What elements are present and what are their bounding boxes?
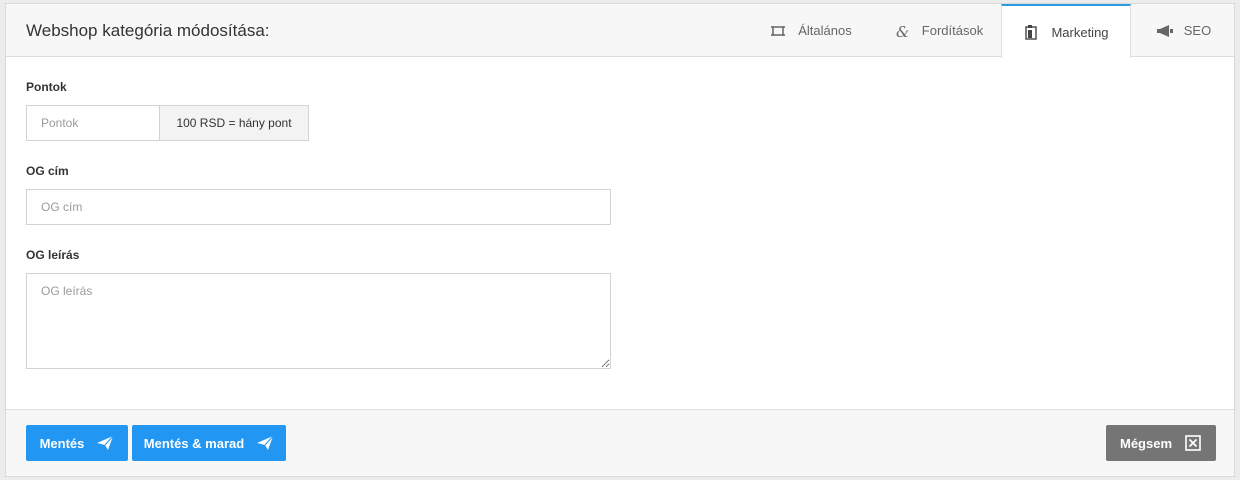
save-and-stay-button-label: Mentés & marad — [143, 435, 245, 451]
save-button[interactable]: Mentés — [26, 425, 128, 461]
og-title-input[interactable] — [26, 189, 611, 225]
edit-panel: Webshop kategória módosítása: Általános … — [5, 3, 1235, 477]
tab-general[interactable]: Általános — [751, 4, 871, 57]
paper-plane-icon — [96, 434, 114, 452]
close-box-icon — [1184, 434, 1202, 452]
og-description-label: OG leírás — [26, 248, 80, 262]
save-and-stay-button[interactable]: Mentés & marad — [132, 425, 286, 461]
page-title: Webshop kategória módosítása: — [26, 21, 270, 40]
save-button-label: Mentés — [39, 435, 85, 451]
tab-marketing-label: Marketing — [1051, 24, 1109, 40]
tab-seo[interactable]: SEO — [1136, 4, 1231, 57]
tab-seo-label: SEO — [1183, 23, 1212, 38]
ampersand-icon: & — [894, 23, 910, 41]
points-label: Pontok — [26, 80, 67, 94]
cancel-button[interactable]: Mégsem — [1106, 425, 1216, 461]
frame-icon — [770, 23, 786, 39]
og-description-textarea[interactable] — [26, 273, 611, 369]
tab-general-label: Általános — [798, 23, 852, 38]
tab-marketing[interactable]: Marketing — [1001, 4, 1131, 58]
points-input[interactable] — [26, 105, 160, 141]
megaphone-icon — [1156, 23, 1173, 39]
tab-translations[interactable]: & Fordítások — [876, 4, 1001, 57]
panel-header: Webshop kategória módosítása: Általános … — [6, 4, 1234, 58]
points-addon: 100 RSD = hány pont — [159, 105, 309, 141]
paper-plane-icon — [256, 434, 274, 452]
tab-translations-label: Fordítások — [921, 23, 984, 38]
clipboard-icon — [1023, 24, 1039, 40]
og-title-label: OG cím — [26, 164, 69, 178]
cancel-button-label: Mégsem — [1119, 435, 1173, 451]
panel-footer: Mentés Mentés & marad Mégsem — [6, 409, 1234, 476]
svg-text:&: & — [896, 23, 909, 39]
